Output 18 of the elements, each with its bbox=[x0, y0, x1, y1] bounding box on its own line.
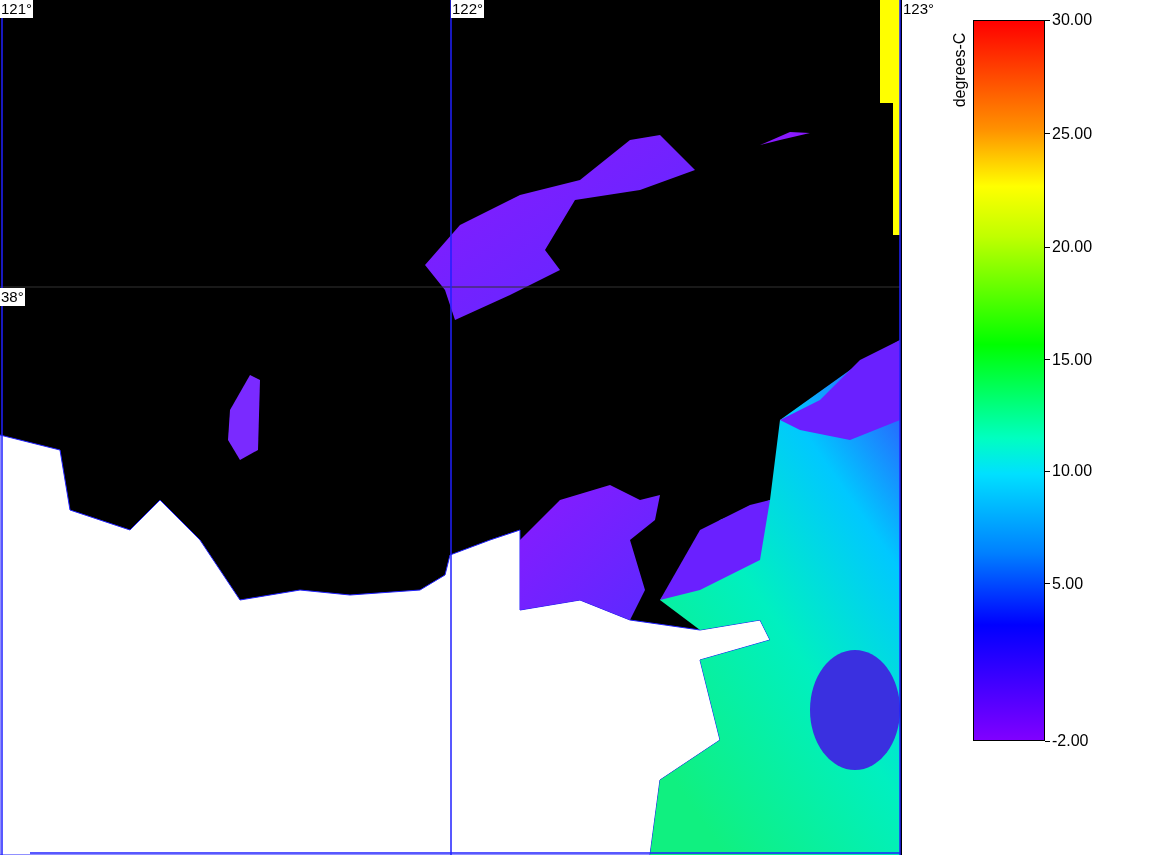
latitude-label: 38° bbox=[0, 288, 25, 306]
scale-label: 10.00 bbox=[1052, 461, 1093, 482]
scale-label: 20.00 bbox=[1052, 237, 1093, 258]
scale-label: 15.00 bbox=[1052, 349, 1093, 370]
tick-mark bbox=[1045, 133, 1050, 135]
tick-mark bbox=[1045, 583, 1050, 585]
tick-mark bbox=[1045, 470, 1050, 472]
tick-mark bbox=[1045, 359, 1050, 361]
scale-label: 25.00 bbox=[1052, 123, 1093, 144]
longitude-label: 122° bbox=[451, 0, 485, 18]
scale-label: 30.00 bbox=[1052, 10, 1093, 30]
tick-mark bbox=[1045, 740, 1050, 742]
tick-mark bbox=[1045, 19, 1050, 21]
tick-mark bbox=[1045, 246, 1050, 248]
longitude-label: 121° bbox=[0, 0, 34, 18]
unit-label: degrees-C bbox=[950, 32, 970, 108]
scale-label: 5.00 bbox=[1052, 573, 1084, 594]
scale-label: -2.00 bbox=[1052, 731, 1089, 751]
